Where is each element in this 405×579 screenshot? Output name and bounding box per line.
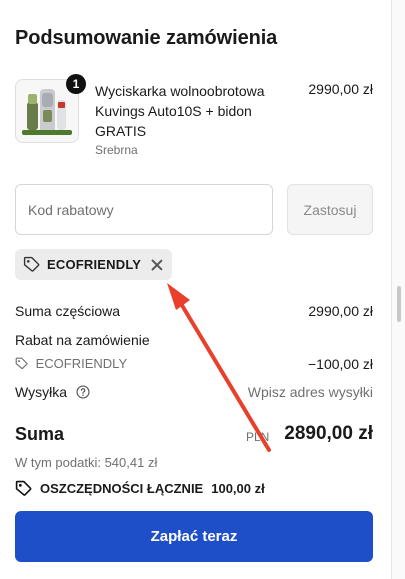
order-discount-label: Rabat na zamówienie [15, 332, 150, 348]
apply-discount-button[interactable]: Zastosuj [287, 184, 373, 235]
applied-discount-tag: ECOFRIENDLY [15, 249, 172, 280]
quantity-badge: 1 [66, 74, 86, 94]
shipping-label: Wysyłka [15, 384, 67, 400]
product-price: 2990,00 zł [308, 81, 373, 97]
discount-value: −100,00 zł [308, 356, 373, 372]
discount-code-input[interactable] [15, 184, 273, 235]
product-thumbnail: 1 [15, 74, 86, 143]
subtotal-value: 2990,00 zł [308, 303, 373, 319]
close-icon[interactable] [150, 258, 164, 272]
scrollbar-thumb[interactable] [397, 286, 401, 322]
tag-icon [23, 256, 40, 272]
savings-tag-icon [15, 480, 32, 496]
product-variant: Srebrna [95, 143, 138, 157]
discount-code-row: ECOFRIENDLY −100,00 zł [15, 356, 373, 372]
page-title: Podsumowanie zamówienia [15, 27, 278, 49]
savings-label: OSZCZĘDNOŚCI ŁĄCZNIE [40, 481, 204, 496]
subtotal-row: Suma częściowa 2990,00 zł [15, 303, 373, 319]
shipping-row: Wysyłka Wpisz adres wysyłki [15, 384, 373, 400]
total-savings: OSZCZĘDNOŚCI ŁĄCZNIE 100,00 zł [15, 480, 265, 497]
total-currency: PLN [246, 430, 270, 444]
discount-code-label: ECOFRIENDLY [35, 356, 128, 371]
pay-now-button[interactable]: Zapłać teraz [15, 511, 373, 562]
tax-note: W tym podatki: 540,41 zł [15, 455, 158, 470]
subtotal-label: Suma częściowa [15, 303, 121, 319]
shipping-value: Wpisz adres wysyłki [247, 384, 373, 400]
total-label: Suma [15, 424, 65, 444]
help-icon[interactable] [76, 385, 90, 399]
product-line: 1 Wyciskarka wolnoobrotowa Kuvings Auto1… [15, 74, 373, 159]
savings-value: 100,00 zł [211, 481, 265, 496]
order-discount-row: Rabat na zamówienie [15, 332, 373, 348]
total-value: 2890,00 zł [284, 423, 373, 444]
product-name: Wyciskarka wolnoobrotowa Kuvings Auto10S… [95, 83, 265, 139]
applied-discount-code: ECOFRIENDLY [47, 257, 142, 272]
page-scrollbar[interactable] [391, 0, 405, 579]
tag-icon [15, 357, 28, 370]
